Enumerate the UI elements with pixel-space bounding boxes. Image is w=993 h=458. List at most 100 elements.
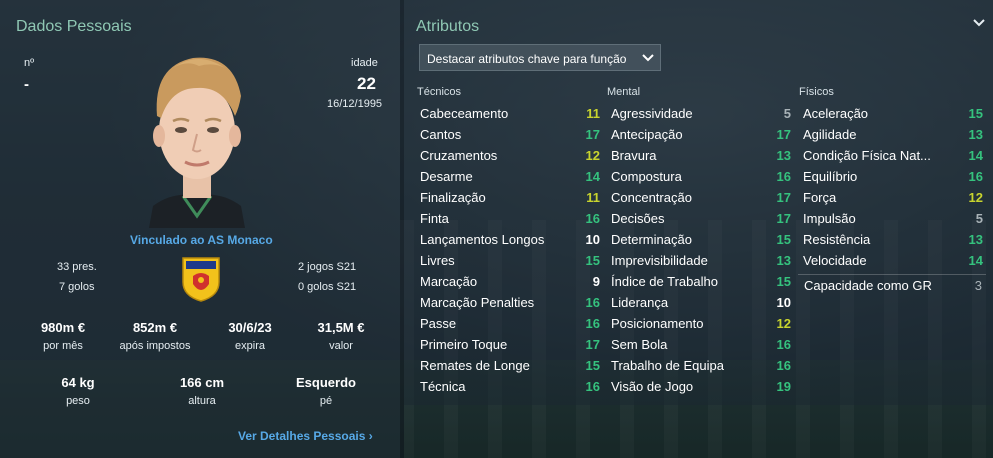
attribute-name: Impulsão	[803, 211, 856, 226]
attribute-name: Técnica	[420, 379, 466, 394]
attribute-row[interactable]: Cantos 17	[420, 124, 602, 145]
attribute-name: Visão de Jogo	[611, 379, 694, 394]
preferred-foot-label: pé	[319, 395, 333, 407]
weight-value: 64 kg	[61, 375, 95, 390]
player-portrait	[149, 57, 245, 228]
highlight-role-dropdown[interactable]: Destacar atributos chave para função	[419, 44, 661, 71]
attribute-row[interactable]: Concentração 17	[611, 187, 794, 208]
view-personal-details-link[interactable]: Ver Detalhes Pessoais ›	[238, 429, 373, 443]
date-of-birth: 16/12/1995	[327, 98, 383, 110]
highlight-role-dropdown-label: Destacar atributos chave para função	[427, 52, 627, 66]
attribute-name: Livres	[420, 253, 455, 268]
attribute-row[interactable]: Técnica 16	[420, 376, 602, 397]
international-caps: 33 pres.	[57, 261, 97, 273]
attribute-value: 17	[585, 337, 600, 352]
attribute-value: 19	[776, 379, 791, 394]
view-personal-details-label: Ver Detalhes Pessoais	[238, 429, 366, 443]
market-value-stat: 31,5M € valor	[296, 320, 386, 352]
contract-expiry-label: expira	[235, 340, 265, 352]
attribute-row[interactable]: Cruzamentos 12	[420, 145, 602, 166]
attribute-row[interactable]: Cabeceamento 11	[420, 103, 602, 124]
attribute-row[interactable]: Passe 16	[420, 313, 602, 334]
attribute-row[interactable]: Marcação 9	[420, 271, 602, 292]
attribute-name: Antecipação	[611, 127, 683, 142]
attribute-row[interactable]: Desarme 14	[420, 166, 602, 187]
attribute-row[interactable]: Posicionamento 12	[611, 313, 794, 334]
attribute-name: Cabeceamento	[420, 106, 509, 121]
attribute-row[interactable]: Decisões 17	[611, 208, 794, 229]
attribute-value: 12	[968, 190, 983, 205]
attribute-row[interactable]: Impulsão 5	[803, 208, 986, 229]
attribute-name: Imprevisibilidade	[611, 253, 708, 268]
wage-label: por mês	[43, 340, 83, 352]
attribute-value: 16	[585, 295, 600, 310]
chevron-right-icon: ›	[368, 429, 373, 443]
attribute-name: Trabalho de Equipa	[611, 358, 724, 373]
attribute-row[interactable]: Lançamentos Longos 10	[420, 229, 602, 250]
attribute-row[interactable]: Compostura 16	[611, 166, 794, 187]
attribute-name: Agilidade	[803, 127, 857, 142]
squad-number-label: nº	[24, 57, 35, 69]
attribute-row[interactable]: Marcação Penalties 16	[420, 292, 602, 313]
attribute-name: Primeiro Toque	[420, 337, 508, 352]
attribute-row[interactable]: Sem Bola 16	[611, 334, 794, 355]
national-team-crest-icon[interactable]	[180, 254, 222, 302]
attribute-name: Desarme	[420, 169, 473, 184]
attribute-row[interactable]: Liderança 10	[611, 292, 794, 313]
height-label: altura	[188, 395, 216, 407]
attribute-name: Posicionamento	[611, 316, 704, 331]
attribute-name: Remates de Longe	[420, 358, 530, 373]
attribute-row[interactable]: Finalização 11	[420, 187, 602, 208]
height-value: 166 cm	[179, 375, 225, 390]
attribute-row[interactable]: Aceleração 15	[803, 103, 986, 124]
attribute-row[interactable]: Trabalho de Equipa 16	[611, 355, 794, 376]
attribute-name: Cantos	[420, 127, 462, 142]
contract-expiry-value: 30/6/23	[228, 320, 272, 335]
weight-stat: 64 kg peso	[33, 375, 123, 407]
attribute-row[interactable]: Determinação 15	[611, 229, 794, 250]
attribute-name: Velocidade	[803, 253, 867, 268]
attribute-row[interactable]: Antecipação 17	[611, 124, 794, 145]
attributes-title: Atributos	[416, 18, 480, 35]
attribute-name: Força	[803, 190, 837, 205]
attribute-row[interactable]: Finta 16	[420, 208, 602, 229]
attribute-row[interactable]: Primeiro Toque 17	[420, 334, 602, 355]
attribute-row[interactable]: Livres 15	[420, 250, 602, 271]
attribute-row[interactable]: Agilidade 13	[803, 124, 986, 145]
attribute-name: Índice de Trabalho	[611, 274, 718, 289]
collapse-chevron-icon[interactable]	[972, 18, 986, 28]
attribute-row[interactable]: Visão de Jogo 19	[611, 376, 794, 397]
attribute-value: 10	[585, 232, 600, 247]
attribute-row[interactable]: Índice de Trabalho 15	[611, 271, 794, 292]
attribute-row[interactable]: Agressividade 5	[611, 103, 794, 124]
attribute-value: 13	[968, 232, 983, 247]
attribute-row[interactable]: Força 12	[803, 187, 986, 208]
attribute-row[interactable]: Condição Física Nat... 14	[803, 145, 986, 166]
club-contract-link[interactable]: Vinculado ao AS Monaco	[130, 233, 273, 247]
personal-title: Dados Pessoais	[16, 18, 132, 35]
attribute-row[interactable]: Equilíbrio 16	[803, 166, 986, 187]
attribute-value: 16	[776, 169, 791, 184]
attribute-name: Cruzamentos	[420, 148, 498, 163]
gk-divider	[798, 274, 986, 275]
attribute-value: 10	[776, 295, 791, 310]
attribute-name: Resistência	[803, 232, 871, 247]
attribute-row[interactable]: Bravura 13	[611, 145, 794, 166]
attribute-name: Marcação	[420, 274, 478, 289]
technical-attribute-list: Cabeceamento 11 Cantos 17 Cruzamentos 12 Desar…	[420, 103, 602, 397]
age-value: 22	[357, 74, 376, 93]
attribute-value: 17	[776, 190, 791, 205]
attribute-row[interactable]: Resistência 13	[803, 229, 986, 250]
attribute-row[interactable]: Remates de Longe 15	[420, 355, 602, 376]
wage-after-tax-label: após impostos	[119, 340, 191, 352]
attribute-value: 15	[968, 106, 983, 121]
attribute-value: 9	[592, 274, 600, 289]
attribute-row[interactable]: Velocidade 14	[803, 250, 986, 271]
gk-ability-label: Capacidade como GR	[804, 278, 932, 293]
gk-ability-value: 3	[974, 278, 982, 293]
attribute-value: 17	[776, 211, 791, 226]
attribute-value: 12	[776, 316, 791, 331]
attribute-row[interactable]: Imprevisibilidade 13	[611, 250, 794, 271]
attribute-value: 16	[585, 211, 600, 226]
height-stat: 166 cm altura	[157, 375, 247, 407]
